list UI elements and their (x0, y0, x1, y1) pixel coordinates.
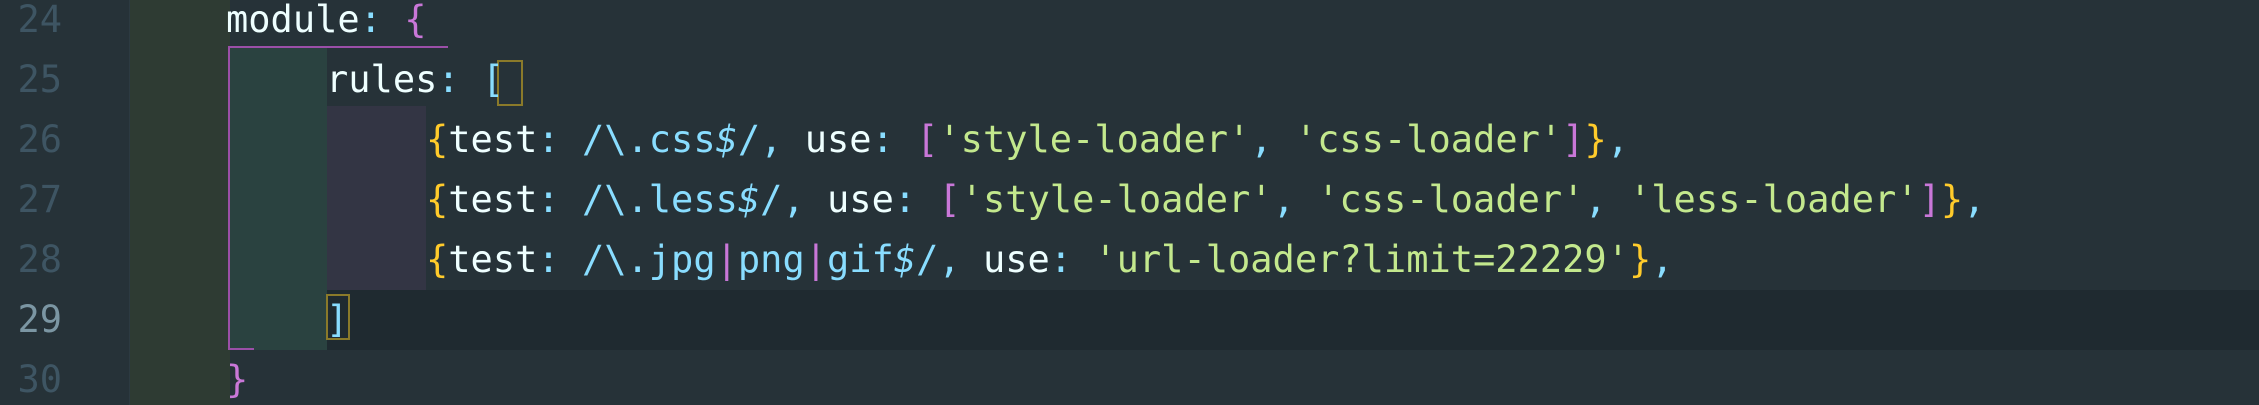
token-bracket: [ (938, 178, 961, 221)
current-line-number: 29 (17, 298, 62, 341)
token-key: test (448, 118, 538, 161)
token-colon: : (1049, 238, 1095, 281)
code-line-30[interactable]: } (226, 350, 248, 405)
token-regex-pipe: | (715, 238, 738, 281)
line-number: 28 (17, 238, 62, 281)
line-number: 25 (17, 58, 62, 101)
code-line-26[interactable]: {test: /\.css$/, use: ['style-loader', '… (426, 110, 1629, 170)
token-string: 'css-loader' (1317, 178, 1585, 221)
token-bracket: ] (1562, 118, 1585, 161)
token-brace: } (226, 358, 249, 401)
token-string: 'less-loader' (1629, 178, 1919, 221)
token-brace: } (1940, 178, 1964, 221)
line-number: 24 (17, 0, 62, 41)
token-colon: : (537, 118, 582, 161)
token-comma: , (1250, 118, 1295, 161)
token-comma: , (1651, 238, 1674, 281)
indent-guide-level-3 (327, 106, 426, 290)
token-string: 'css-loader' (1294, 118, 1563, 161)
indent-guide-level-2 (230, 48, 327, 350)
token-bracket: [ (481, 58, 505, 101)
token-key: rules (326, 58, 438, 101)
code-line-25[interactable]: rules: [ (326, 50, 504, 110)
token-colon: : (437, 58, 482, 101)
token-colon: : (537, 238, 582, 281)
token-comma: , (1584, 178, 1629, 221)
token-colon: : (893, 178, 939, 221)
line-number: 26 (17, 118, 62, 161)
token-key: module (226, 0, 360, 41)
token-brace: } (1628, 238, 1652, 281)
token-key: test (448, 178, 538, 221)
current-line-highlight (130, 290, 2259, 350)
token-bracket: ] (1918, 178, 1941, 221)
token-key: use (804, 118, 872, 161)
code-line-28[interactable]: {test: /\.jpg|png|gif$/, use: 'url-loade… (426, 230, 1674, 290)
bracket-guide-left (228, 46, 230, 350)
token-colon: : (871, 118, 917, 161)
token-string: 'url-loader?limit=22229' (1094, 238, 1629, 281)
indent-guide-level-1 (130, 0, 230, 405)
token-key: test (448, 238, 538, 281)
token-regex: / (916, 238, 939, 281)
token-regex-pipe: | (804, 238, 827, 281)
token-key: use (982, 238, 1050, 281)
line-number-gutter: 24 25 26 27 28 29 30 (0, 0, 130, 405)
code-line-27[interactable]: {test: /\.less$/, use: ['style-loader', … (426, 170, 1985, 230)
code-editor[interactable]: 24 25 26 27 28 29 30 module: { rules: [ … (0, 0, 2259, 405)
code-line-24[interactable]: module: { (226, 0, 427, 50)
token-bracket: [ (916, 118, 939, 161)
token-regex: $ (715, 118, 738, 161)
token-bracket: ] (326, 298, 349, 341)
token-brace: { (426, 238, 449, 281)
code-line-29[interactable]: ] (326, 290, 348, 350)
token-regex: / (760, 178, 783, 221)
token-regex: /\.css (581, 118, 716, 161)
token-brace: { (404, 0, 427, 41)
token-regex: $ (893, 238, 917, 281)
token-colon: : (537, 178, 582, 221)
token-key: use (827, 178, 894, 221)
token-brace: { (426, 118, 449, 161)
token-string: 'style-loader' (960, 178, 1273, 221)
token-brace: { (426, 178, 449, 221)
token-colon: : (359, 0, 405, 41)
token-comma: , (1606, 118, 1629, 161)
token-brace: } (1584, 118, 1607, 161)
token-string: 'style-loader' (938, 118, 1251, 161)
token-regex: png (737, 238, 805, 281)
token-regex: gif (827, 238, 894, 281)
token-regex: / (737, 118, 761, 161)
token-comma: , (782, 178, 828, 221)
token-regex: $ (737, 178, 761, 221)
token-comma: , (1963, 178, 1986, 221)
token-comma: , (760, 118, 805, 161)
line-number: 30 (17, 358, 62, 401)
token-regex: /\.jpg (581, 238, 716, 281)
token-comma: , (938, 238, 983, 281)
token-comma: , (1272, 178, 1318, 221)
line-number: 27 (17, 178, 62, 221)
token-regex: /\.less (581, 178, 738, 221)
